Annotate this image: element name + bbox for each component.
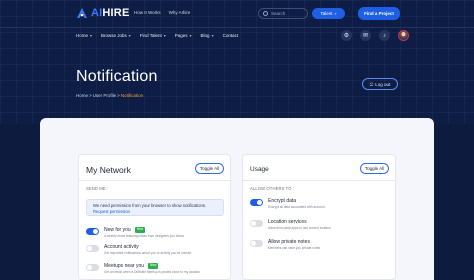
breadcrumb-user-profile[interactable]: User Profile — [93, 93, 117, 98]
setting-label: New for you — [104, 227, 131, 233]
setting-encrypt-data: Encrypt data Encrypt all data associated… — [250, 198, 390, 212]
chevron-down-icon: ▾ — [334, 11, 337, 16]
toggle-switch[interactable] — [86, 245, 99, 252]
setting-account-activity: Account activity Get important notificat… — [86, 244, 226, 258]
brand-logo[interactable]: AIHIRE — [76, 7, 130, 19]
nav-item-contact[interactable]: Contact — [223, 33, 239, 38]
chevron-down-icon: ▾ — [189, 33, 192, 38]
setting-label: Meetups near you — [104, 263, 145, 269]
setting-description: Get important notifications about you or… — [104, 251, 192, 255]
logo-icon — [77, 8, 87, 18]
setting-meetups: Meetups near you New Get an email when a … — [86, 263, 226, 277]
find-project-button[interactable]: Find a Project — [358, 7, 400, 20]
breadcrumb-home[interactable]: Home — [76, 93, 88, 98]
new-badge: New — [148, 263, 159, 269]
notification-icon[interactable]: ♪ — [379, 30, 390, 41]
setting-label: Account activity — [104, 244, 139, 250]
talent-select-value: Talent — [320, 11, 333, 16]
setting-private-notes: Allow private notes Members can save you… — [250, 239, 390, 253]
chevron-down-icon: ▾ — [163, 33, 166, 38]
nav-item-find-talent[interactable]: Find Talent ▾ — [140, 33, 166, 38]
toggle-all-button[interactable]: Toggle All — [195, 163, 224, 174]
setting-label: Allow private notes — [268, 239, 310, 245]
settings-icon[interactable]: ⚙ — [341, 30, 352, 41]
setting-description: Get an email when a Dribbble Meetup is p… — [104, 270, 201, 274]
setting-label: Encrypt data — [268, 198, 297, 204]
breadcrumb-separator: > — [89, 93, 92, 98]
setting-location-services: Location services Allow third party apps… — [250, 219, 390, 233]
logout-icon: ⎋ — [369, 81, 374, 87]
header-divider — [0, 27, 474, 28]
chevron-down-icon: ▾ — [211, 33, 214, 38]
logout-button[interactable]: ⎋ Log out — [362, 78, 398, 90]
toggle-switch[interactable] — [250, 220, 263, 227]
permission-alert: We need permission from your browser to … — [86, 199, 224, 216]
brand-name: AIHIRE — [91, 7, 130, 19]
search-input[interactable] — [271, 11, 305, 16]
toggle-switch[interactable] — [250, 240, 263, 247]
request-permission-link[interactable]: Request permission — [93, 209, 217, 215]
toggle-switch[interactable] — [86, 264, 99, 271]
toggle-all-button[interactable]: Toggle All — [360, 163, 389, 174]
usage-card: Usage Toggle All ALLOW OTHERS TO : Encry… — [242, 154, 396, 280]
nav-item-home[interactable]: Home ▾ — [76, 33, 92, 38]
card-title: My Network — [86, 165, 131, 175]
card-divider — [79, 180, 230, 181]
section-label: ALLOW OTHERS TO : — [250, 186, 295, 191]
toggle-switch[interactable] — [250, 199, 263, 206]
section-label: SEND ME : — [86, 186, 109, 191]
nav-item-blog[interactable]: Blog ▾ — [201, 33, 214, 38]
top-bar: AIHIRE How It Works Why AIhire Talent ▾ … — [0, 0, 474, 26]
avatar[interactable] — [398, 30, 409, 41]
breadcrumb: Home > User Profile > Notification — [76, 93, 143, 98]
nav-item-browse-jobs[interactable]: Browse Jobs ▾ — [101, 33, 131, 38]
my-network-card: My Network Toggle All SEND ME : We need … — [78, 154, 231, 280]
nav-item-pages[interactable]: Pages ▾ — [175, 33, 192, 38]
setting-description: Allow third party apps to use current lo… — [268, 226, 331, 230]
nav-icon-group: ⚙ ✉ ♪ — [341, 30, 409, 41]
main-nav: Home ▾ Browse Jobs ▾ Find Talent ▾ Pages ▾ B… — [76, 33, 238, 38]
breadcrumb-current: Notification — [120, 93, 144, 98]
top-nav: How It Works Why AIhire — [134, 10, 190, 15]
new-badge: New — [134, 227, 146, 233]
setting-description: A weekly email featuring shots from desi… — [104, 234, 184, 238]
talent-select[interactable]: Talent ▾ — [312, 8, 345, 19]
chevron-down-icon: ▾ — [128, 33, 131, 38]
toggle-switch[interactable] — [86, 228, 99, 235]
chevron-down-icon: ▾ — [90, 33, 93, 38]
message-icon[interactable]: ✉ — [360, 30, 371, 41]
page-title: Notification — [76, 68, 158, 85]
setting-description: Members can save you private notes — [268, 246, 321, 250]
card-title: Usage — [250, 166, 269, 173]
card-divider — [243, 180, 395, 181]
search-icon — [263, 11, 268, 16]
breadcrumb-separator: > — [117, 93, 120, 98]
setting-new-for-you: New for you New A weekly email featuring … — [86, 227, 226, 241]
setting-label: Location services — [268, 219, 307, 225]
search-box[interactable] — [258, 8, 308, 19]
permission-text: We need permission from your browser to … — [93, 203, 207, 208]
setting-description: Encrypt all data associated with account — [268, 205, 325, 209]
topnav-link-why[interactable]: Why AIhire — [169, 10, 191, 15]
topnav-link-how-it-works[interactable]: How It Works — [134, 10, 161, 15]
hero-banner: AIHIRE How It Works Why AIhire Talent ▾ … — [0, 0, 474, 124]
